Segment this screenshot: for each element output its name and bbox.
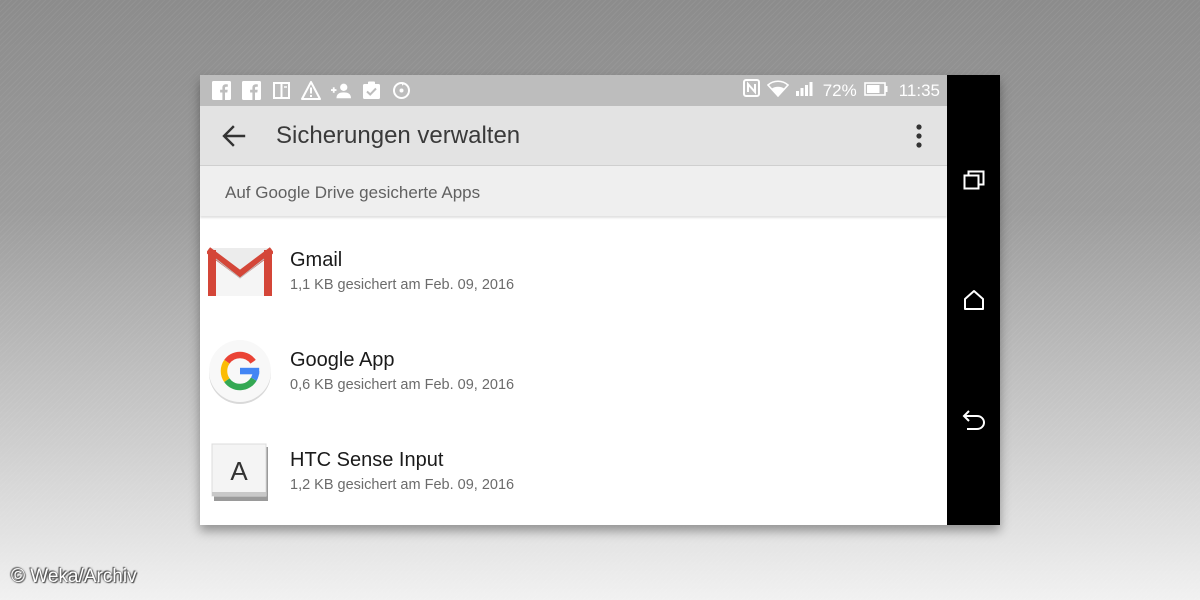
backed-up-apps-list: Gmail 1,1 KB gesichert am Feb. 09, 2016 <box>200 218 947 518</box>
list-item-htc-sense-input[interactable]: A HTC Sense Input 1,2 KB gesichert am Fe… <box>200 418 947 518</box>
list-item-google-app[interactable]: Google App 0,6 KB gesichert am Feb. 09, … <box>200 318 947 418</box>
facebook-icon <box>211 80 231 100</box>
copyright-watermark: © Weka/Archiv <box>11 566 137 587</box>
page-title: Sicherungen verwalten <box>276 122 521 149</box>
arrow-back-icon <box>222 125 246 147</box>
clock: 11:35 <box>898 80 940 100</box>
battery-icon <box>863 81 888 101</box>
backup-detail: 1,2 KB gesichert am Feb. 09, 2016 <box>290 477 515 493</box>
task-check-icon <box>361 80 381 100</box>
phone-screenshot: 72% 11:35 Sicherungen verwalten Auf Goog… <box>200 75 1000 525</box>
back-nav-button[interactable] <box>947 400 1000 440</box>
app-name: Gmail <box>290 249 343 271</box>
gmail-icon <box>207 239 273 305</box>
google-icon <box>207 339 273 405</box>
status-bar: 72% 11:35 <box>200 75 947 106</box>
more-vert-icon <box>916 124 922 148</box>
app-bar: Sicherungen verwalten <box>200 106 947 166</box>
app-name: HTC Sense Input <box>290 449 444 471</box>
list-item-gmail[interactable]: Gmail 1,1 KB gesichert am Feb. 09, 2016 <box>200 218 947 318</box>
add-contact-icon <box>331 80 351 100</box>
home-icon <box>963 290 984 310</box>
app-screen: 72% 11:35 Sicherungen verwalten Auf Goog… <box>200 75 947 525</box>
back-nav-icon <box>962 410 985 430</box>
htc-key-letter: A <box>230 456 248 486</box>
facebook-icon <box>241 80 261 100</box>
battery-percent: 72% <box>822 80 857 100</box>
recents-button[interactable] <box>947 160 1000 200</box>
backup-detail: 1,1 KB gesichert am Feb. 09, 2016 <box>290 277 515 293</box>
back-button[interactable] <box>216 118 252 154</box>
navigation-bar <box>947 75 1000 525</box>
htc-sense-input-icon: A <box>207 439 273 505</box>
app-name: Google App <box>290 349 395 371</box>
backup-detail: 0,6 KB gesichert am Feb. 09, 2016 <box>290 377 515 393</box>
sync-icon <box>391 80 411 100</box>
photo-background: 72% 11:35 Sicherungen verwalten Auf Goog… <box>0 0 1200 600</box>
wifi-icon <box>766 79 789 102</box>
system-status: 72% 11:35 <box>742 79 940 102</box>
notification-icons <box>211 80 411 100</box>
signal-icon <box>795 80 816 101</box>
home-button[interactable] <box>947 280 1000 320</box>
recents-icon <box>963 170 984 190</box>
warning-icon <box>301 80 321 100</box>
section-header-label: Auf Google Drive gesicherte Apps <box>225 183 481 202</box>
section-header: Auf Google Drive gesicherte Apps <box>200 166 947 216</box>
nfc-icon <box>742 79 760 102</box>
overflow-menu-button[interactable] <box>903 119 935 153</box>
book-icon <box>271 80 291 100</box>
